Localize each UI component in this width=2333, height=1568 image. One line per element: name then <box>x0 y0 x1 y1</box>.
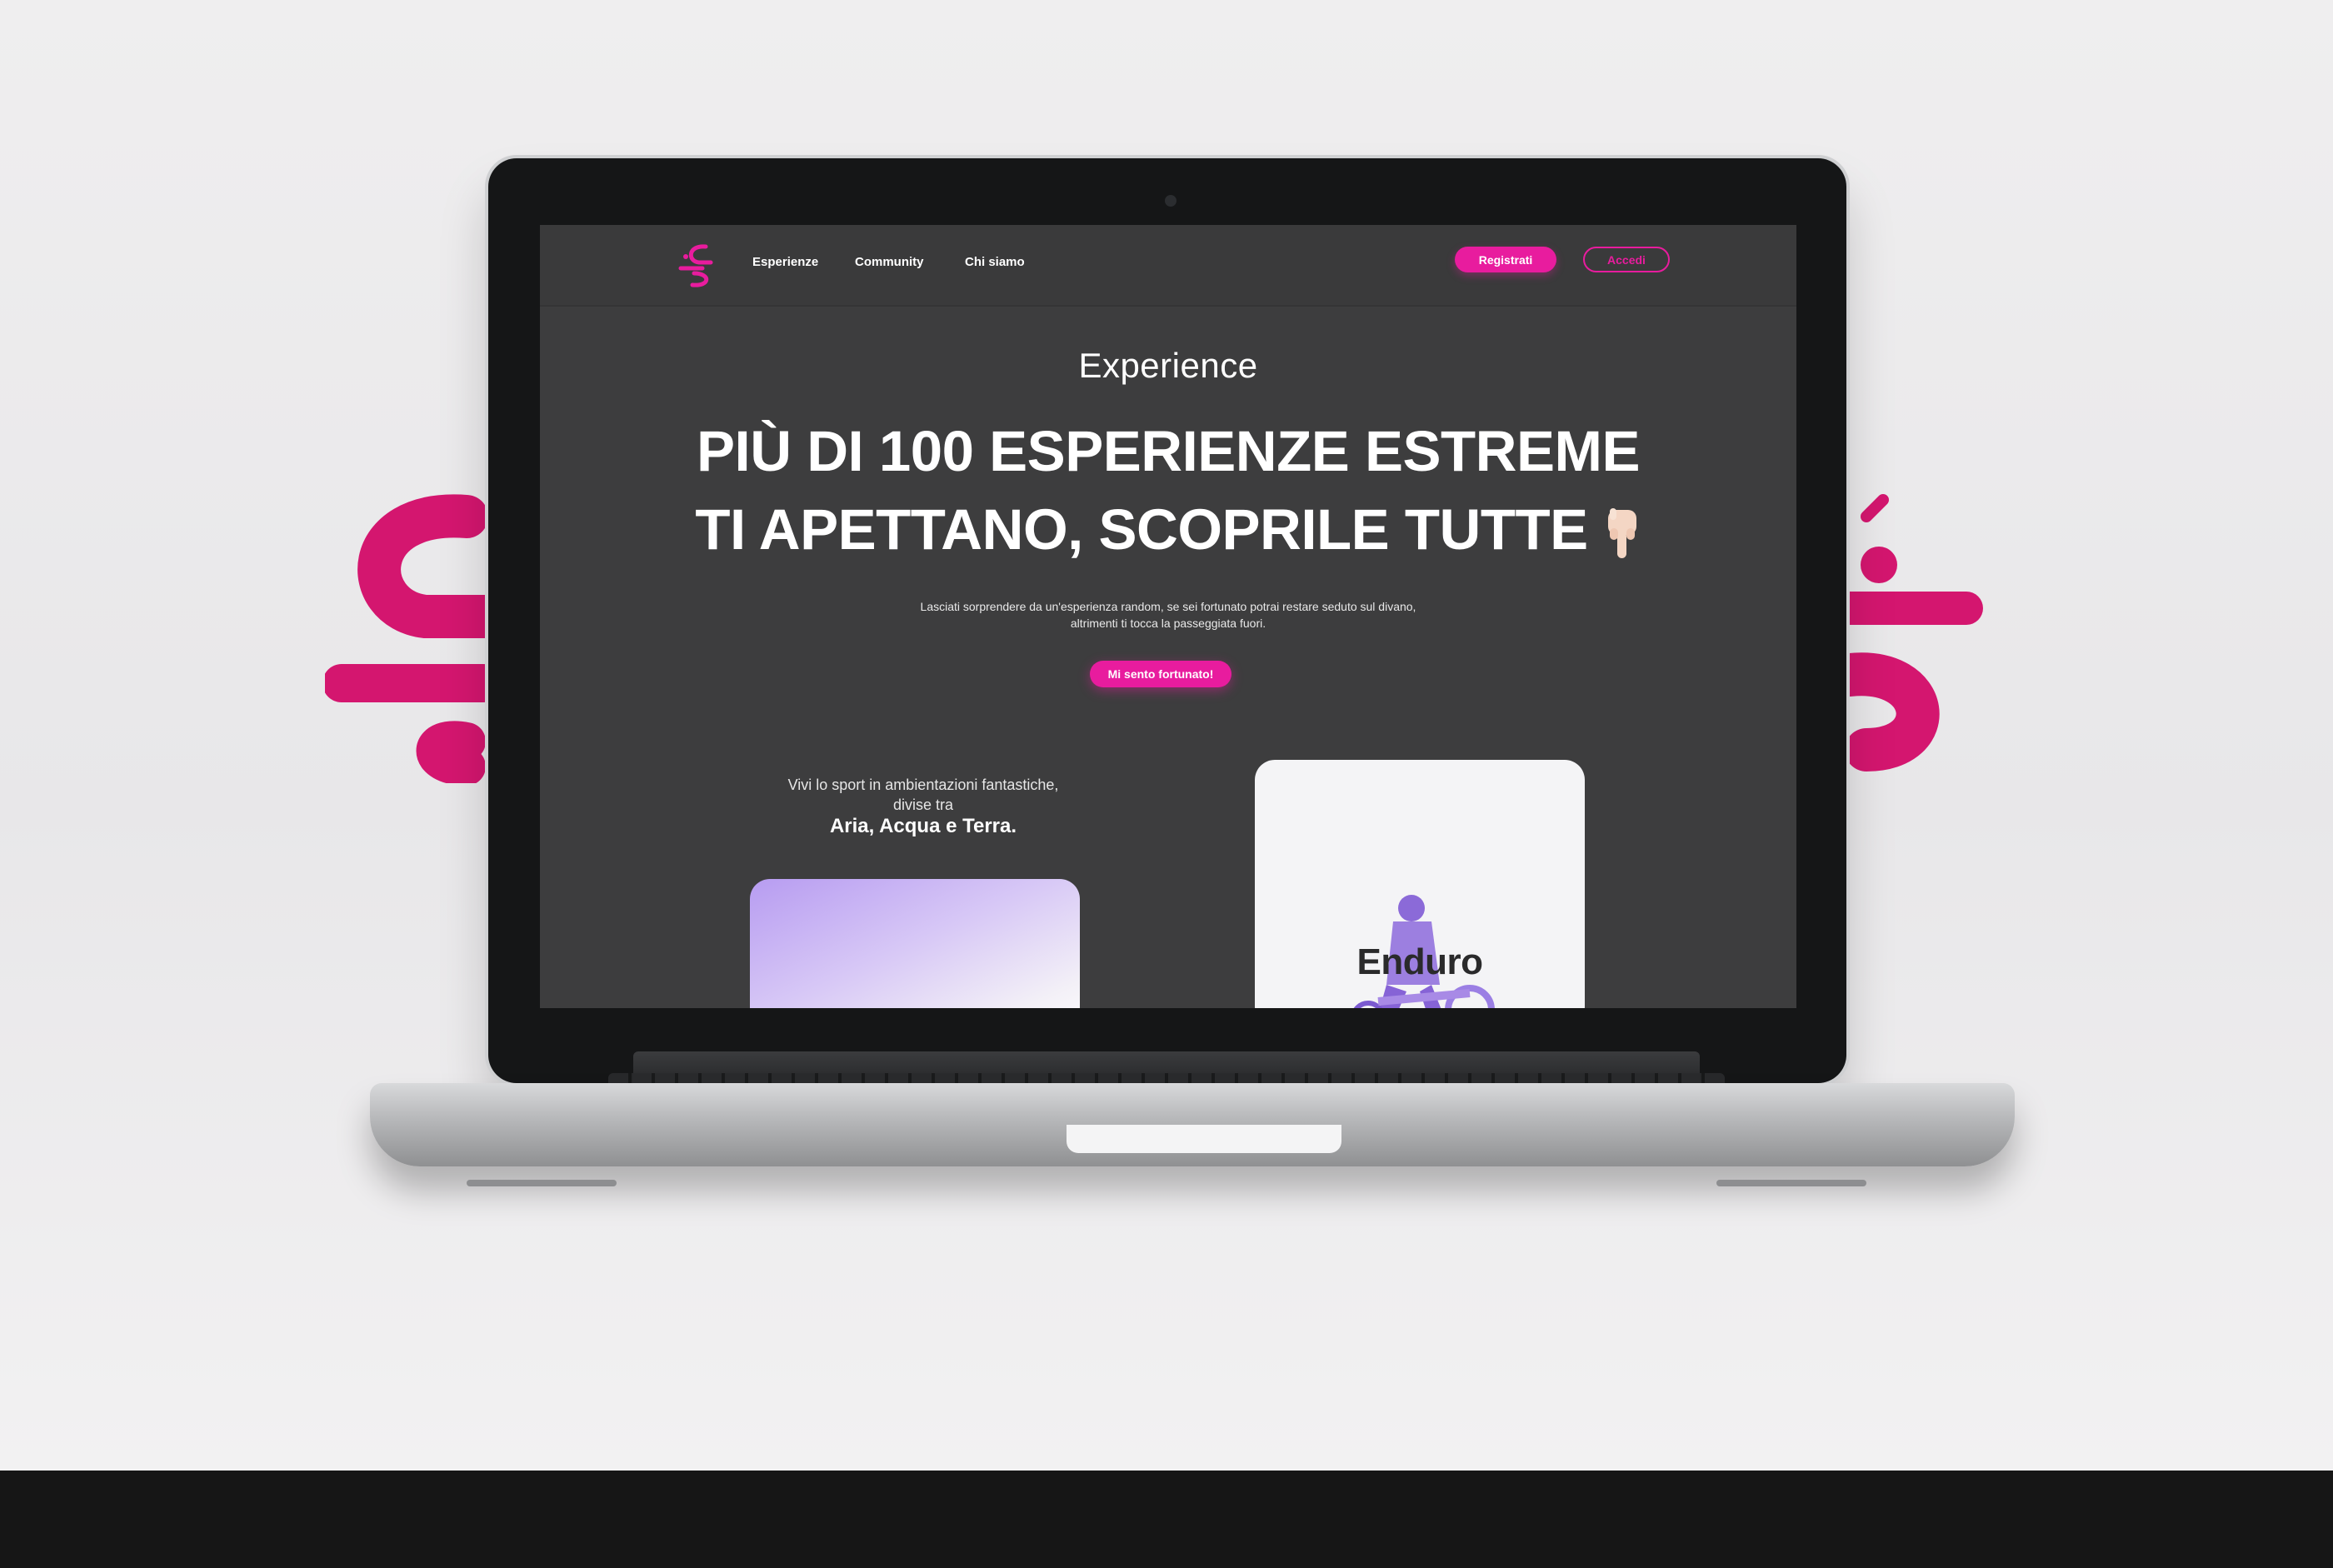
experience-card-enduro[interactable]: Enduro <box>1255 760 1585 1008</box>
nav-link-community[interactable]: Community <box>855 255 924 269</box>
hero-eyebrow: Experience <box>1078 346 1258 385</box>
laptop-foot-right <box>1716 1180 1866 1186</box>
hero-title-line-2-wrap: TI APETTANO, SCOPRILE TUTTE <box>540 491 1796 569</box>
sports-intro-text: Vivi lo sport in ambientazioni fantastic… <box>787 777 1059 813</box>
login-button[interactable]: Accedi <box>1583 247 1670 272</box>
nav-link-chi-siamo[interactable]: Chi siamo <box>965 255 1025 269</box>
hero-title-line-2: TI APETTANO, SCOPRILE TUTTE <box>695 497 1588 562</box>
pointing-down-hand-icon <box>1607 507 1636 558</box>
sports-highlight-text: Aria, Acqua e Terra. <box>829 815 1017 837</box>
laptop-notch <box>1067 1125 1341 1153</box>
laptop-screen: Esperienze Community Chi siamo Registrat… <box>540 225 1796 1008</box>
register-button[interactable]: Registrati <box>1455 247 1556 272</box>
brand-logo-decoration-right <box>1833 494 1983 772</box>
feeling-lucky-button[interactable]: Mi sento fortunato! <box>1090 661 1231 687</box>
nav-link-esperienze[interactable]: Esperienze <box>752 255 818 269</box>
laptop-foot-left <box>467 1180 617 1186</box>
site-navbar: Esperienze Community Chi siamo Registrat… <box>540 225 1796 307</box>
hero-title-line-1: PIÙ DI 100 ESPERIENZE ESTREME <box>697 419 1641 483</box>
webcam-icon <box>1165 195 1176 207</box>
experience-card[interactable] <box>750 879 1080 1008</box>
hero-subtitle: Lasciati sorprendere da un'esperienza ra… <box>920 600 1416 630</box>
card-title-enduro: Enduro <box>1356 941 1483 982</box>
brand-logo-icon[interactable] <box>677 240 716 288</box>
bottom-bar <box>0 1471 2333 1568</box>
hero-title: PIÙ DI 100 ESPERIENZE ESTREME TI APETTAN… <box>540 412 1796 569</box>
